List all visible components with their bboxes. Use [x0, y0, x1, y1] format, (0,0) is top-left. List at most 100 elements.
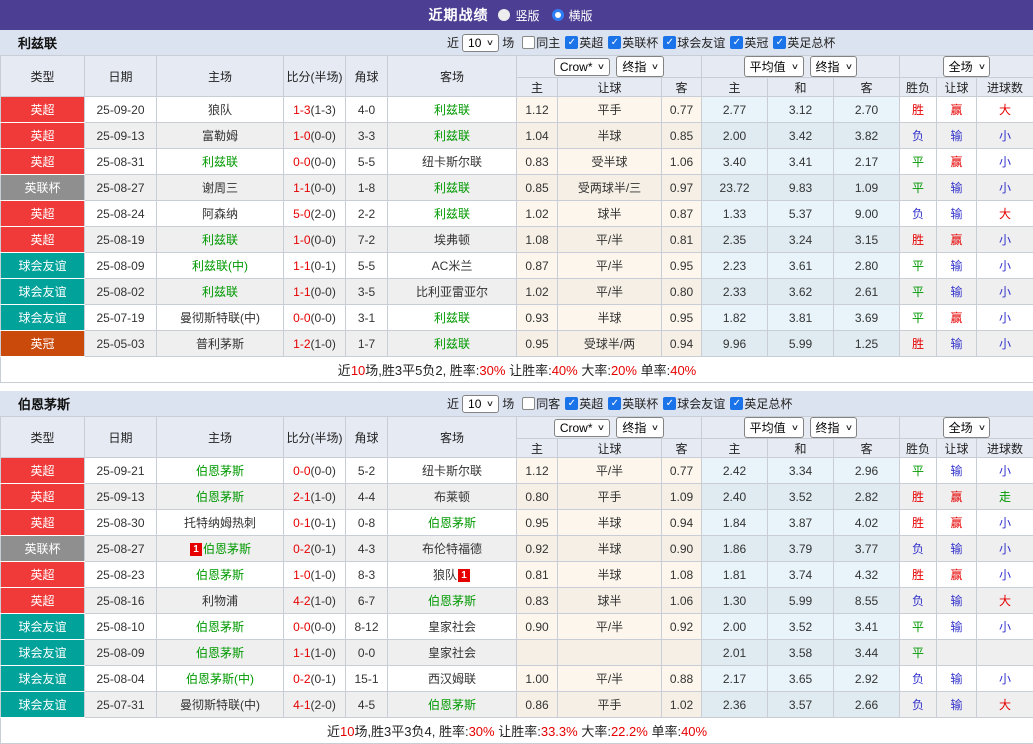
- match-count-select[interactable]: 10∨: [462, 34, 499, 52]
- home-team: 伯恩茅斯: [157, 458, 284, 484]
- away-team: 埃弗顿: [388, 227, 517, 253]
- same-venue-checkbox[interactable]: [522, 397, 535, 410]
- summary-segment: 10: [340, 724, 354, 739]
- odds-provider-select[interactable]: Crow*∨: [554, 58, 611, 76]
- match-date: 25-08-27: [85, 536, 157, 562]
- table-body: 英超25-09-20狼队1-3(1-3)4-0利兹联1.12平手0.772.77…: [1, 97, 1033, 357]
- col-header-score: 比分(半场): [284, 417, 346, 458]
- league-checkbox-0-3[interactable]: ✓: [730, 36, 743, 49]
- match-date: 25-08-24: [85, 201, 157, 227]
- odds-away: 0.94: [662, 331, 702, 357]
- away-team-label: 比利亚雷亚尔: [416, 285, 488, 299]
- score-halftime: (2-0): [311, 207, 336, 221]
- league-checkbox-0-0[interactable]: ✓: [565, 36, 578, 49]
- table-row: 球会友谊25-08-04伯恩茅斯(中)0-2(0-1)15-1西汉姆联1.00平…: [1, 666, 1033, 692]
- scope-select[interactable]: 全场∨: [943, 417, 991, 438]
- league-checkbox-1-2[interactable]: ✓: [663, 397, 676, 410]
- score-fulltime: 1-1: [293, 181, 310, 195]
- avg-draw: 5.37: [768, 201, 834, 227]
- col-header-date: 日期: [85, 56, 157, 97]
- match-score: 0-0(0-0): [284, 458, 346, 484]
- match-count-select[interactable]: 10∨: [462, 395, 499, 413]
- match-date: 25-09-20: [85, 97, 157, 123]
- score-halftime: (1-0): [311, 594, 336, 608]
- avg-time-select[interactable]: 终指∨: [810, 417, 858, 438]
- summary-segment: 场,胜3平5负2, 胜率:: [365, 363, 479, 378]
- league-badge: 英超: [1, 562, 85, 588]
- match-score: 0-0(0-0): [284, 305, 346, 331]
- score-fulltime: 1-0: [293, 568, 310, 582]
- league-checkbox-0-2[interactable]: ✓: [663, 36, 676, 49]
- score-halftime: (1-0): [311, 568, 336, 582]
- league-checkbox-1-0[interactable]: ✓: [565, 397, 578, 410]
- avg-provider-select[interactable]: 平均值∨: [744, 417, 804, 438]
- match-score: 4-1(2-0): [284, 692, 346, 718]
- league-checkbox-0-1[interactable]: ✓: [608, 36, 621, 49]
- corner-score: 4-0: [346, 97, 388, 123]
- corner-score: 8-3: [346, 562, 388, 588]
- odds-handicap: 半球: [558, 305, 662, 331]
- avg-draw: 3.34: [768, 458, 834, 484]
- avg-provider-select[interactable]: 平均值∨: [744, 56, 804, 77]
- match-count-select-label: 10: [468, 36, 481, 50]
- avg-time-select[interactable]: 终指∨: [810, 56, 858, 77]
- odds-handicap: 平/半: [558, 666, 662, 692]
- same-venue-checkbox[interactable]: [522, 36, 535, 49]
- layout-radio-0[interactable]: [498, 9, 510, 21]
- layout-radio-1[interactable]: [552, 9, 564, 21]
- result-wdl: 胜: [900, 510, 937, 536]
- col-header-away: 客场: [388, 417, 517, 458]
- score-fulltime: 0-2: [293, 672, 310, 686]
- corner-score: 5-5: [346, 149, 388, 175]
- league-checkbox-0-4[interactable]: ✓: [773, 36, 786, 49]
- chevron-down-icon: ∨: [977, 423, 985, 432]
- odds-away: 1.06: [662, 588, 702, 614]
- home-team-label: 曼彻斯特联(中): [180, 698, 260, 712]
- avg-home: 1.82: [702, 305, 768, 331]
- league-checkbox-1-3[interactable]: ✓: [730, 397, 743, 410]
- avg-away: 4.02: [834, 510, 900, 536]
- match-score: 0-2(0-1): [284, 666, 346, 692]
- odds-time-select[interactable]: 终指∨: [616, 417, 664, 438]
- odds-away: 0.85: [662, 123, 702, 149]
- odds-provider-select[interactable]: Crow*∨: [554, 419, 611, 437]
- red-card-badge: 1: [190, 543, 202, 556]
- avg-away: 1.25: [834, 331, 900, 357]
- avg-home: 2.01: [702, 640, 768, 666]
- avg-group-header: 平均值∨ 终指∨: [702, 56, 900, 78]
- away-team: 利兹联: [388, 175, 517, 201]
- odds-time-select-label: 终指: [622, 58, 646, 75]
- league-checkbox-1-1[interactable]: ✓: [608, 397, 621, 410]
- home-team: 托特纳姆热刺: [157, 510, 284, 536]
- odds-time-select[interactable]: 终指∨: [616, 56, 664, 77]
- score-halftime: (1-3): [311, 103, 336, 117]
- home-team-label: 伯恩茅斯: [203, 542, 251, 556]
- summary-segment: 30%: [479, 363, 505, 378]
- odds-handicap: 受球半/两: [558, 331, 662, 357]
- match-date: 25-08-09: [85, 640, 157, 666]
- league-badge: 英超: [1, 510, 85, 536]
- col-header-odds-home: 主: [517, 78, 558, 97]
- section-gap: [0, 383, 1033, 391]
- result-handicap: 输: [937, 123, 977, 149]
- match-score: 0-2(0-1): [284, 536, 346, 562]
- scope-select[interactable]: 全场∨: [943, 56, 991, 77]
- odds-handicap: 半球: [558, 562, 662, 588]
- result-wdl: 平: [900, 305, 937, 331]
- away-team: 纽卡斯尔联: [388, 149, 517, 175]
- odds-home: 0.90: [517, 614, 558, 640]
- away-team: 比利亚雷亚尔: [388, 279, 517, 305]
- odds-home: 1.02: [517, 201, 558, 227]
- score-fulltime: 1-1: [293, 646, 310, 660]
- home-team-label: 利兹联(中): [192, 259, 248, 273]
- col-header-corners: 角球: [346, 417, 388, 458]
- corner-score: 1-8: [346, 175, 388, 201]
- score-halftime: (0-1): [311, 516, 336, 530]
- result-wdl: 负: [900, 123, 937, 149]
- table-row: 英超25-09-21伯恩茅斯0-0(0-0)5-2纽卡斯尔联1.12平/半0.7…: [1, 458, 1033, 484]
- score-halftime: (1-0): [311, 490, 336, 504]
- avg-draw: 3.65: [768, 666, 834, 692]
- result-handicap: 赢: [937, 562, 977, 588]
- table-header: 类型日期主场比分(半场)角球客场Crow*∨终指∨平均值∨终指∨全场∨主让球客主…: [1, 56, 1033, 97]
- avg-home: 2.33: [702, 279, 768, 305]
